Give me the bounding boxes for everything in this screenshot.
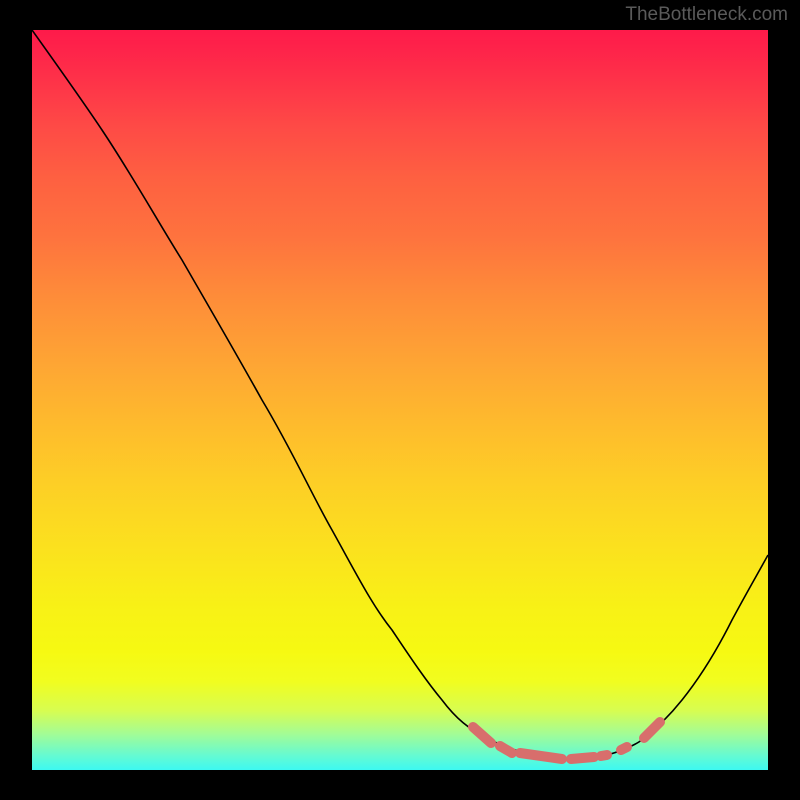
watermark-text: TheBottleneck.com (625, 4, 788, 26)
marker-dash (601, 755, 607, 756)
marker-dash (644, 722, 660, 738)
marker-dashes-group (473, 722, 660, 759)
marker-dash (520, 753, 562, 759)
chart-svg-overlay (32, 30, 768, 770)
bottleneck-curve (32, 30, 768, 758)
marker-dash (500, 746, 512, 753)
marker-dash (621, 747, 627, 750)
chart-plot-area (32, 30, 768, 770)
marker-dash (473, 727, 491, 743)
marker-dash (571, 757, 594, 759)
